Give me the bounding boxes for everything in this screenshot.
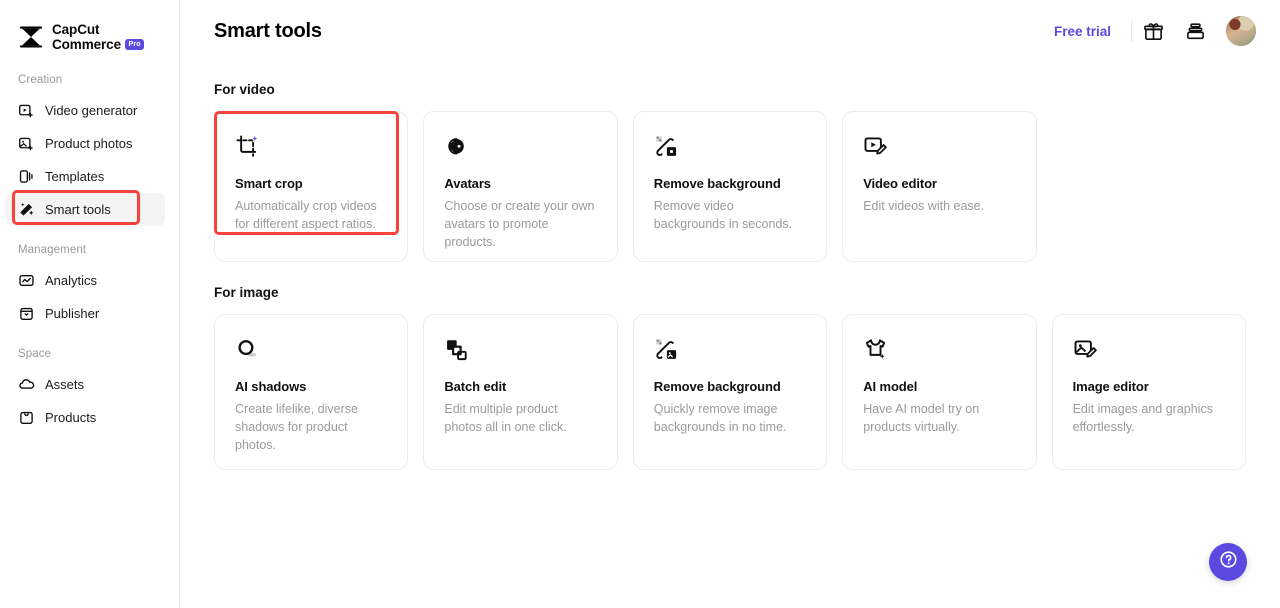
sidebar-item-assets[interactable]: Assets: [6, 368, 165, 401]
card-title: Smart crop: [235, 176, 387, 191]
image-editor-icon: [1073, 337, 1225, 363]
sidebar-item-label: Smart tools: [45, 202, 111, 217]
sidebar-item-label: Templates: [45, 169, 104, 184]
for-video-grid: Smart crop Automatically crop videos for…: [214, 111, 1246, 262]
card-title: Remove background: [654, 379, 806, 394]
card-desc: Quickly remove image backgrounds in no t…: [654, 401, 806, 437]
brand-line2-text: Commerce: [52, 38, 121, 53]
card-title: Image editor: [1073, 379, 1225, 394]
card-title: AI model: [863, 379, 1015, 394]
brand-line2: Commerce Pro: [52, 38, 144, 53]
card-desc: Edit images and graphics effortlessly.: [1073, 401, 1225, 437]
product-photos-icon: [18, 135, 35, 152]
brand-text: CapCut Commerce Pro: [52, 21, 144, 53]
tool-card-avatars[interactable]: Avatars Choose or create your own avatar…: [423, 111, 617, 262]
capcut-logo-icon: [18, 25, 44, 49]
tool-card-ai-model[interactable]: AI model Have AI model try on products v…: [842, 314, 1036, 470]
sidebar-item-product-photos[interactable]: Product photos: [6, 127, 165, 160]
batch-edit-icon: [444, 337, 596, 363]
tool-card-video-editor[interactable]: Video editor Edit videos with ease.: [842, 111, 1036, 262]
sidebar: CapCut Commerce Pro Creation Video gener…: [0, 0, 180, 608]
nav-group-label-management: Management: [0, 244, 179, 256]
card-desc: Create lifelike, diverse shadows for pro…: [235, 401, 387, 454]
stack-icon[interactable]: [1174, 11, 1216, 51]
section-label-for-video: For video: [214, 82, 1246, 97]
sidebar-item-label: Product photos: [45, 136, 132, 151]
assets-cloud-icon: [18, 376, 35, 393]
free-trial-button[interactable]: Free trial: [1054, 24, 1131, 39]
for-image-grid: AI shadows Create lifelike, diverse shad…: [214, 314, 1246, 470]
sidebar-item-templates[interactable]: Templates: [6, 160, 165, 193]
tool-card-smart-crop[interactable]: Smart crop Automatically crop videos for…: [214, 111, 408, 262]
smart-tools-icon: [18, 201, 35, 218]
help-button[interactable]: [1209, 543, 1247, 581]
card-desc: Choose or create your own avatars to pro…: [444, 198, 596, 251]
sidebar-item-label: Products: [45, 410, 96, 425]
video-generator-icon: [18, 102, 35, 119]
main-content: Smart tools Free trial: [180, 0, 1280, 608]
remove-background-image-icon: [654, 337, 806, 363]
card-desc: Edit videos with ease.: [863, 198, 1015, 216]
brand-line1: CapCut: [52, 22, 99, 37]
ai-shadows-icon: [235, 337, 387, 363]
video-editor-icon: [863, 134, 1015, 160]
nav-group-label-space: Space: [0, 348, 179, 360]
card-title: Remove background: [654, 176, 806, 191]
sidebar-item-publisher[interactable]: Publisher: [6, 297, 165, 330]
smart-crop-icon: [235, 134, 387, 160]
sidebar-item-video-generator[interactable]: Video generator: [6, 94, 165, 127]
card-title: Video editor: [863, 176, 1015, 191]
card-desc: Remove video backgrounds in seconds.: [654, 198, 806, 234]
card-desc: Edit multiple product photos all in one …: [444, 401, 596, 437]
tool-card-ai-shadows[interactable]: AI shadows Create lifelike, diverse shad…: [214, 314, 408, 470]
card-desc: Have AI model try on products virtually.: [863, 401, 1015, 437]
templates-icon: [18, 168, 35, 185]
grid-spacer: [1052, 111, 1246, 262]
sidebar-item-label: Analytics: [45, 273, 97, 288]
card-desc: Automatically crop videos for different …: [235, 198, 387, 234]
sidebar-item-products[interactable]: Products: [6, 401, 165, 434]
brand-logo[interactable]: CapCut Commerce Pro: [0, 0, 179, 56]
help-question-icon: [1218, 549, 1239, 575]
products-icon: [18, 409, 35, 426]
topbar: Smart tools Free trial: [180, 0, 1280, 62]
gift-icon[interactable]: [1132, 11, 1174, 51]
sidebar-item-smart-tools[interactable]: Smart tools: [6, 193, 165, 226]
nav-group-label-creation: Creation: [0, 74, 179, 86]
pro-badge: Pro: [125, 39, 144, 51]
card-title: AI shadows: [235, 379, 387, 394]
remove-background-video-icon: [654, 134, 806, 160]
card-title: Avatars: [444, 176, 596, 191]
topbar-actions: Free trial: [1054, 11, 1256, 51]
publisher-icon: [18, 305, 35, 322]
user-avatar[interactable]: [1226, 16, 1256, 46]
sidebar-item-label: Assets: [45, 377, 84, 392]
tool-card-image-editor[interactable]: Image editor Edit images and graphics ef…: [1052, 314, 1246, 470]
tools-content: For video Smart crop Automatically crop …: [180, 82, 1280, 470]
page-title: Smart tools: [214, 20, 322, 43]
analytics-icon: [18, 272, 35, 289]
section-label-for-image: For image: [214, 285, 1246, 300]
ai-model-shirt-icon: [863, 337, 1015, 363]
sidebar-item-label: Publisher: [45, 306, 99, 321]
sidebar-item-analytics[interactable]: Analytics: [6, 264, 165, 297]
card-title: Batch edit: [444, 379, 596, 394]
tool-card-batch-edit[interactable]: Batch edit Edit multiple product photos …: [423, 314, 617, 470]
sidebar-item-label: Video generator: [45, 103, 137, 118]
app-root: CapCut Commerce Pro Creation Video gener…: [0, 0, 1280, 608]
avatar-profile-icon: [444, 134, 596, 160]
tool-card-remove-background-image[interactable]: Remove background Quickly remove image b…: [633, 314, 827, 470]
tool-card-remove-background-video[interactable]: Remove background Remove video backgroun…: [633, 111, 827, 262]
